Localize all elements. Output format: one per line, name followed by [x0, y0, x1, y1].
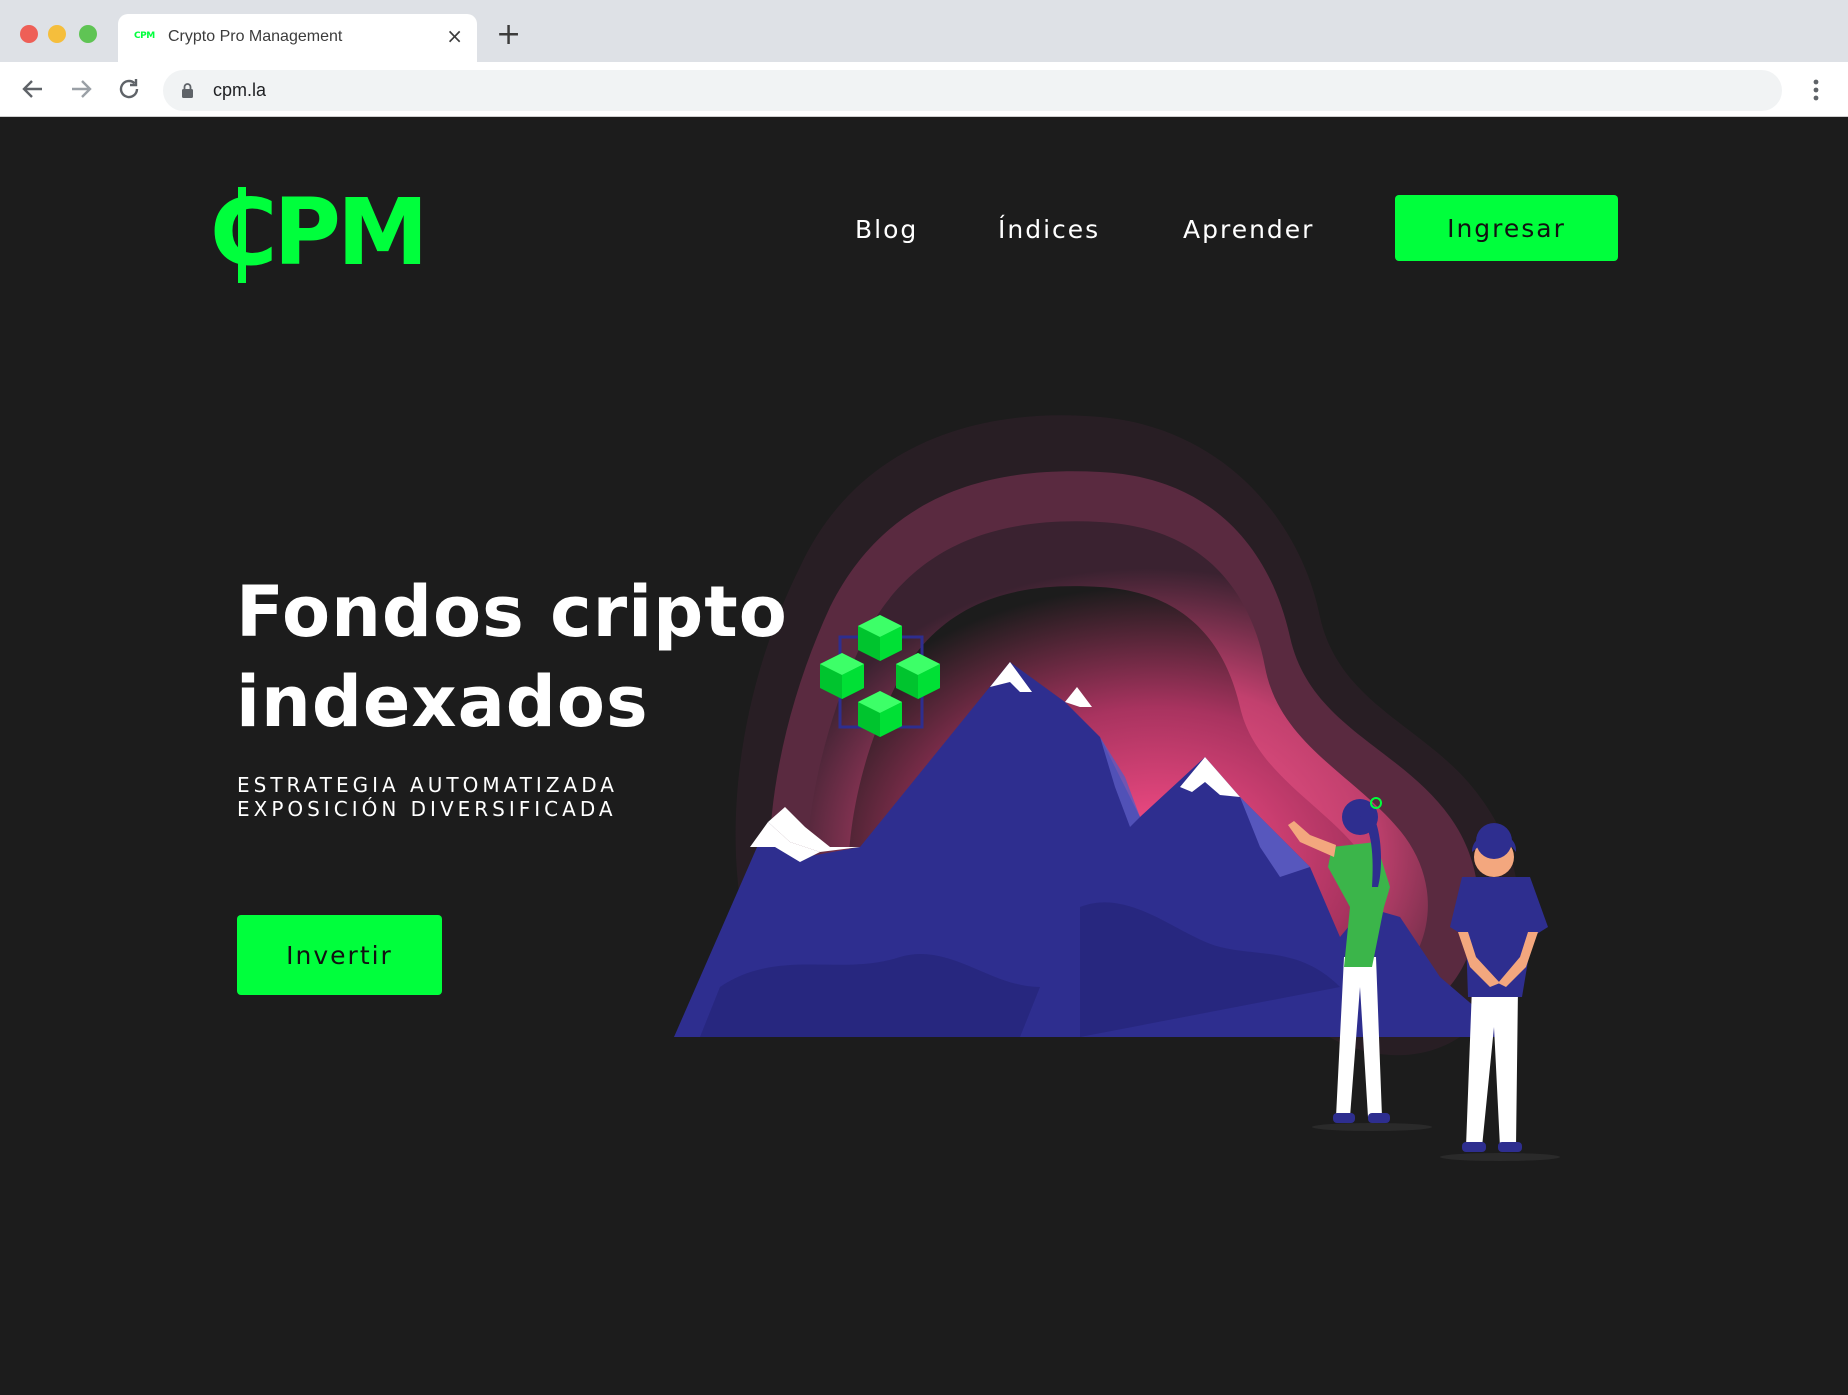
tab-title: Crypto Pro Management [168, 28, 343, 45]
window-maximize-button[interactable] [79, 25, 97, 43]
site-logo[interactable]: CPM [210, 185, 428, 281]
hero-subtitle-line-2: EXPOSICIÓN DIVERSIFICADA [237, 797, 617, 821]
hero-illustration [674, 415, 1560, 1161]
hero-title-line-1: Fondos cripto [236, 571, 788, 653]
browser-toolbar: cpm.la [0, 62, 1848, 117]
invertir-button[interactable]: Invertir [237, 915, 442, 995]
browser-tab[interactable]: CPM Crypto Pro Management × [118, 14, 477, 62]
browser-chrome: CPM Crypto Pro Management × + cpm.la [0, 0, 1848, 117]
window-close-button[interactable] [20, 25, 38, 43]
hero-subtitle-line-1: ESTRATEGIA AUTOMATIZADA [237, 773, 618, 797]
window-minimize-button[interactable] [48, 25, 66, 43]
tab-favicon-icon: CPM [134, 31, 155, 41]
page-content: CPM Blog Índices Aprender Ingresar Fondo… [0, 117, 1848, 1395]
lock-icon [182, 83, 193, 98]
url-text[interactable]: cpm.la [213, 80, 266, 101]
hero-subtitle: ESTRATEGIA AUTOMATIZADA EXPOSICIÓN DIVER… [237, 773, 618, 821]
forward-arrow-icon[interactable] [68, 76, 94, 102]
nav-blog-link[interactable]: Blog [855, 215, 918, 244]
hero-title: Fondos cripto indexados [236, 567, 788, 747]
more-options-icon[interactable] [1808, 78, 1824, 102]
tab-strip: CPM Crypto Pro Management × + [0, 0, 1848, 62]
tab-close-icon[interactable]: × [446, 26, 463, 46]
nav-indices-link[interactable]: Índices [998, 215, 1100, 244]
hero-title-line-2: indexados [236, 661, 649, 743]
address-bar[interactable]: cpm.la [163, 70, 1782, 111]
new-tab-button[interactable]: + [496, 20, 521, 50]
ingresar-button[interactable]: Ingresar [1395, 195, 1618, 261]
nav-aprender-link[interactable]: Aprender [1183, 215, 1314, 244]
reload-icon[interactable] [116, 76, 142, 102]
back-arrow-icon[interactable] [20, 76, 46, 102]
